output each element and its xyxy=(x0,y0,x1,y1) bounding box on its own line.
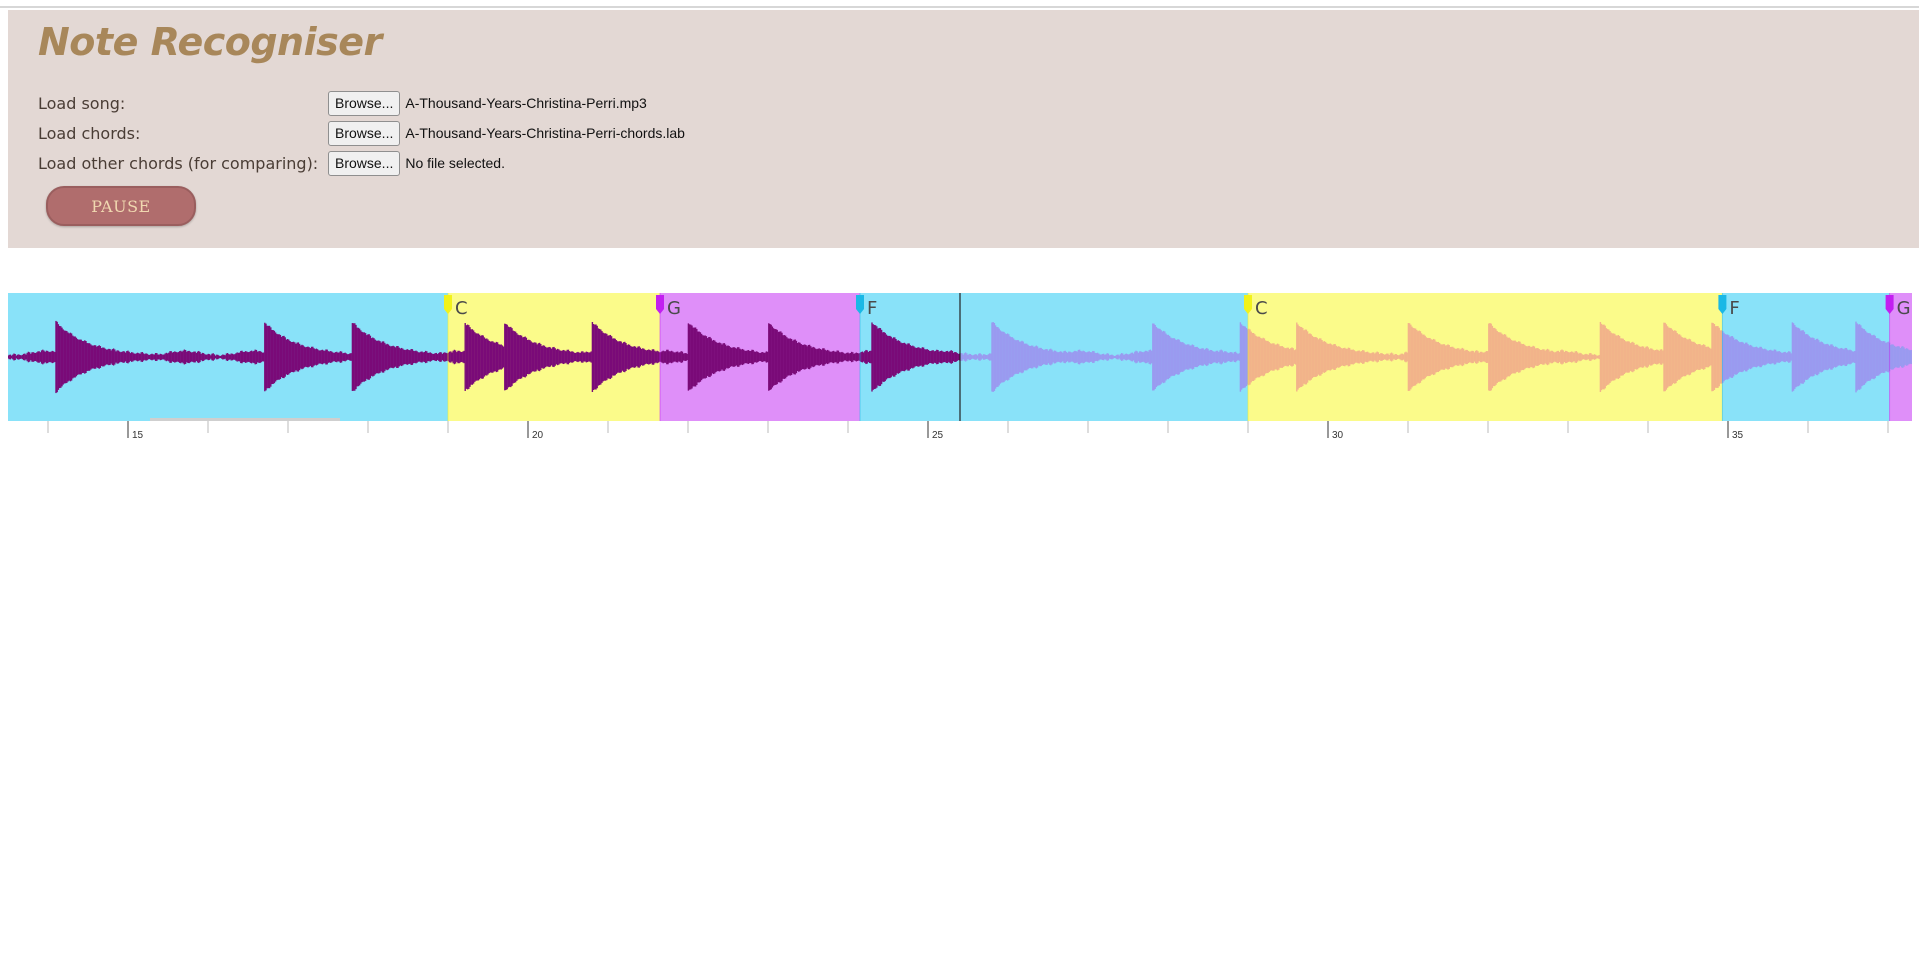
load-other-chords-label: Load other chords (for comparing): xyxy=(38,153,319,173)
app-title: Note Recogniser xyxy=(38,20,382,64)
timeline-ruler: 15 20 25 30 35 xyxy=(47,421,1889,441)
load-chords-row: Load chords: Browse... A-Thousand-Years-… xyxy=(38,120,685,146)
load-song-label: Load song: xyxy=(38,93,126,113)
load-song-row: Load song: Browse... A-Thousand-Years-Ch… xyxy=(38,90,647,116)
chord-label-f: F xyxy=(867,298,877,319)
timeline-tick-label: 30 xyxy=(1332,430,1344,441)
timeline-tick-label: 35 xyxy=(1732,430,1744,441)
waveform-canvas[interactable]: CGFCFG xyxy=(8,293,1912,421)
top-border xyxy=(0,0,1919,8)
pause-button[interactable]: PAUSE xyxy=(46,186,196,226)
load-chords-filename: A-Thousand-Years-Christina-Perri-chords.… xyxy=(405,125,685,141)
load-other-chords-filename: No file selected. xyxy=(405,155,505,171)
chord-label-g: G xyxy=(667,298,681,319)
load-song-filename: A-Thousand-Years-Christina-Perri.mp3 xyxy=(405,95,647,111)
timeline-tick-label: 20 xyxy=(532,430,544,441)
timeline-tick-label: 25 xyxy=(932,430,944,441)
waveform-view[interactable]: CGFCFG xyxy=(8,293,1912,421)
load-other-chords-browse-button[interactable]: Browse... xyxy=(328,150,401,176)
load-other-chords-row: Load other chords (for comparing): Brows… xyxy=(38,150,505,176)
chord-label-f: F xyxy=(1729,298,1739,319)
load-song-browse-button[interactable]: Browse... xyxy=(328,90,401,116)
timeline-tick-label: 15 xyxy=(132,430,144,441)
load-chords-label: Load chords: xyxy=(38,123,141,143)
chord-label-g: G xyxy=(1897,298,1911,319)
control-panel: Note Recogniser Load song: Browse... A-T… xyxy=(8,10,1919,248)
chord-label-c: C xyxy=(455,298,468,319)
chord-label-c: C xyxy=(1255,298,1268,319)
load-chords-browse-button[interactable]: Browse... xyxy=(328,120,401,146)
